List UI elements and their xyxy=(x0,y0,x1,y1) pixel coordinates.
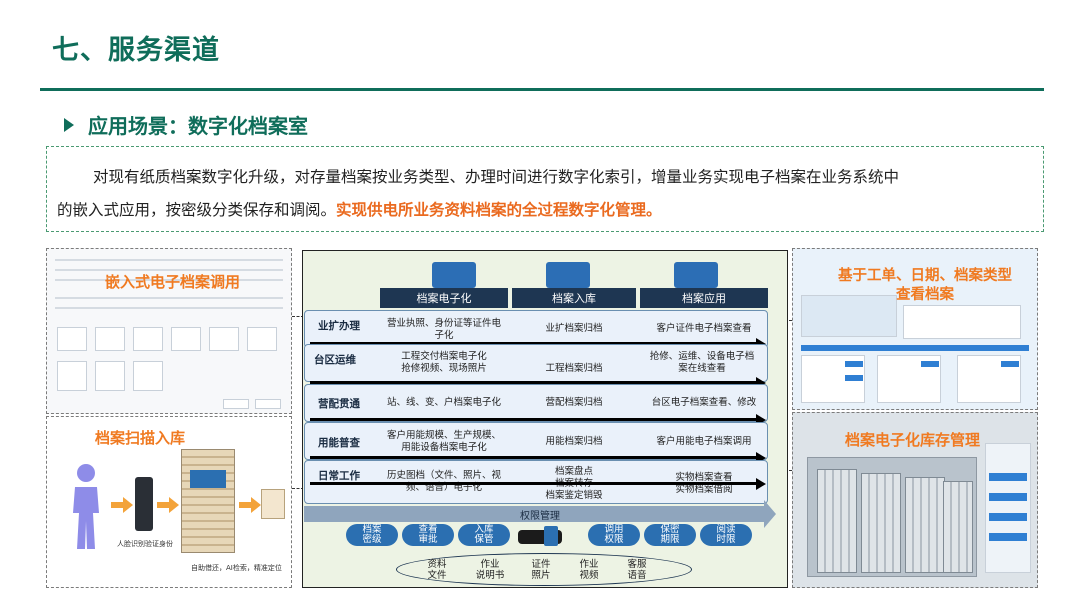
row-label: 日常工作 xyxy=(318,470,360,482)
face-scanner-icon xyxy=(135,477,153,531)
row-label: 营配贯通 xyxy=(318,398,360,410)
document-thumbnail xyxy=(57,327,87,351)
material-item: 客服 语音 xyxy=(627,559,647,581)
document-thumbnail xyxy=(209,327,239,351)
section-subtitle: 应用场景：数字化档案室 xyxy=(88,114,308,138)
document-thumbnail xyxy=(133,361,163,391)
embedded-title: 嵌入式电子档案调用 xyxy=(105,273,241,291)
arrow-right-icon xyxy=(157,497,179,513)
document-thumbnail xyxy=(247,327,277,351)
permission-label: 权限管理 xyxy=(520,511,560,522)
embedded-panel: 嵌入式电子档案调用 xyxy=(46,248,292,414)
cell: 用能档案归档 xyxy=(545,436,603,447)
cell: 工程交付档案电子化 抢修视频、现场照片 xyxy=(401,351,487,374)
material-item: 作业 视频 xyxy=(579,559,599,581)
arrow-right-icon xyxy=(111,497,133,513)
document-thumbnail xyxy=(95,327,125,351)
cell: 工程档案归档 xyxy=(545,363,603,374)
cell: 客户用能规模、生产规模、用能设备档案电子化 xyxy=(386,430,501,453)
description-text: 的嵌入式应用，按密级分类保存和调阅。 xyxy=(57,201,337,219)
document-thumbnail xyxy=(57,361,87,391)
cell: 客户证件电子档案查看 xyxy=(656,323,752,334)
storage-title: 档案电子化库存管理 xyxy=(845,431,981,449)
column-header: 档案电子化 xyxy=(380,288,508,308)
permission-item: 调用 权限 xyxy=(588,524,640,546)
shelf-face xyxy=(905,477,945,573)
table-header xyxy=(801,345,1029,351)
scan-title: 档案扫描入库 xyxy=(95,429,186,447)
subtitle-row: 应用场景：数字化档案室 xyxy=(64,110,308,139)
control-sidebar xyxy=(985,443,1031,573)
consult-icon xyxy=(674,262,718,288)
handover-icon xyxy=(546,262,590,288)
archive-cabinet-icon xyxy=(181,449,235,553)
page-title: 七、服务渠道 xyxy=(52,35,220,66)
column-header: 档案应用 xyxy=(640,288,768,308)
permission-item: 保密 期限 xyxy=(644,524,696,546)
flow-arrow xyxy=(310,418,756,421)
cell: 客户用能电子档案调用 xyxy=(656,436,752,447)
column-header: 档案入库 xyxy=(512,288,636,308)
row-label: 台区运维 xyxy=(314,354,356,366)
document-thumbnail xyxy=(95,361,125,391)
permission-arrow-head xyxy=(764,500,776,528)
person-icon xyxy=(73,464,99,549)
description-highlight: 实现供电所业务资料档案的全过程数字化管理。 xyxy=(336,201,662,219)
material-item: 作业 说明书 xyxy=(475,559,505,581)
stat-value xyxy=(845,375,863,381)
arrow-right-icon xyxy=(239,497,261,513)
cell: 营配档案归档 xyxy=(545,397,603,408)
scan-caption-2: 自助借还，AI检索，精准定位 xyxy=(191,564,282,572)
material-item: 资料 文件 xyxy=(427,559,447,581)
document-thumbnail xyxy=(133,327,163,351)
permission-item: 阅读 时限 xyxy=(700,524,752,546)
stat-table xyxy=(903,305,1021,339)
row-label: 业扩办理 xyxy=(318,320,360,332)
cell: 营业执照、身份证等证件电子化 xyxy=(386,318,501,341)
stat-value xyxy=(1001,361,1019,367)
permission-item: 查看 审批 xyxy=(402,524,454,546)
row-label: 用能普查 xyxy=(318,437,360,449)
control-button xyxy=(989,533,1027,541)
scan-caption: 人脸识别验证身份 xyxy=(117,540,173,548)
cell: 台区电子档案查看、修改 xyxy=(651,397,757,408)
shelf-face xyxy=(861,473,901,573)
control-button xyxy=(989,493,1027,501)
material-item: 证件 照片 xyxy=(531,559,551,581)
permission-item: 档案 密级 xyxy=(346,524,398,546)
cell: 站、线、变、户档案电子化 xyxy=(386,397,501,408)
panel-button xyxy=(223,399,249,409)
form-row xyxy=(55,307,283,309)
arrow-right-icon xyxy=(64,117,74,132)
query-panel: 基于工单、日期、档案类型查看档案 xyxy=(792,248,1038,410)
title-divider xyxy=(40,88,1044,91)
stat-value xyxy=(845,361,863,367)
query-title: 基于工单、日期、档案类型查看档案 xyxy=(838,268,1012,303)
shelf-face xyxy=(943,481,973,573)
cell: 业扩档案归档 xyxy=(545,323,603,334)
shelf-face xyxy=(817,469,857,573)
cell: 抢修、运维、设备电子档案在线查看 xyxy=(649,351,755,374)
description-line-1: 对现有纸质档案数字化升级，对存量档案按业务类型、办理时间进行数字化索引，增量业务… xyxy=(93,168,900,186)
scanner-icon xyxy=(432,262,476,288)
control-button xyxy=(989,513,1027,521)
handshake-icon xyxy=(518,526,562,546)
form-row xyxy=(55,259,283,261)
form-row xyxy=(55,297,283,299)
description-box: 对现有纸质档案数字化升级，对存量档案按业务类型、办理时间进行数字化索引，增量业务… xyxy=(46,146,1044,232)
flow-arrow xyxy=(310,482,756,485)
document-thumbnail xyxy=(171,327,201,351)
arrow-head xyxy=(756,478,766,490)
document-icon xyxy=(261,489,285,519)
storage-panel: 档案电子化库存管理 xyxy=(792,412,1038,588)
flow-arrow xyxy=(310,456,756,459)
scan-panel: 档案扫描入库 人脸识别验证身份 自助借还，AI检索，精准定位 xyxy=(46,416,292,588)
description-line-2: 的嵌入式应用，按密级分类保存和调阅。实现供电所业务资料档案的全过程数字化管理。 xyxy=(57,194,1033,227)
stat-value xyxy=(921,361,939,367)
permission-item: 入库 保管 xyxy=(458,524,510,546)
panel-button xyxy=(255,399,281,409)
control-button xyxy=(989,473,1027,481)
